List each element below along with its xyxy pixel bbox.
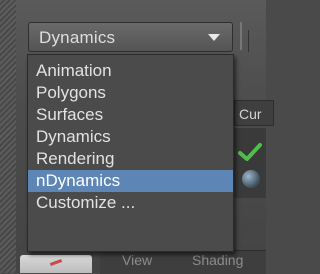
- toolbar-divider: [240, 22, 242, 50]
- check-icon[interactable]: [238, 142, 262, 162]
- shelf-tab-curves[interactable]: Cur: [234, 100, 274, 126]
- menu-item-dynamics[interactable]: Dynamics: [28, 126, 233, 148]
- tool-box-tab[interactable]: [20, 255, 92, 273]
- toolbar-divider: [248, 30, 249, 52]
- menu-item-customize[interactable]: Customize ...: [28, 192, 233, 214]
- shelf-tab-label: Cur: [239, 106, 262, 122]
- sphere-icon[interactable]: [242, 170, 260, 188]
- menu-item-surfaces[interactable]: Surfaces: [28, 104, 233, 126]
- menu-set-value: Dynamics: [39, 28, 116, 47]
- menu-item-polygons[interactable]: Polygons: [28, 82, 233, 104]
- shading-menu[interactable]: Shading: [192, 252, 243, 268]
- menu-set-dropdown: Animation Polygons Surfaces Dynamics Ren…: [27, 54, 234, 252]
- menu-set-selector[interactable]: Dynamics: [28, 22, 233, 52]
- panel-menu-bar: View Shading: [100, 250, 266, 274]
- menu-item-ndynamics[interactable]: nDynamics: [28, 170, 233, 192]
- triangle-down-icon: [208, 34, 220, 41]
- menu-item-rendering[interactable]: Rendering: [28, 148, 233, 170]
- view-menu[interactable]: View: [122, 252, 152, 268]
- shelf-drag-handle[interactable]: [0, 0, 16, 273]
- menu-item-animation[interactable]: Animation: [28, 60, 233, 82]
- tool-icon: [49, 259, 63, 266]
